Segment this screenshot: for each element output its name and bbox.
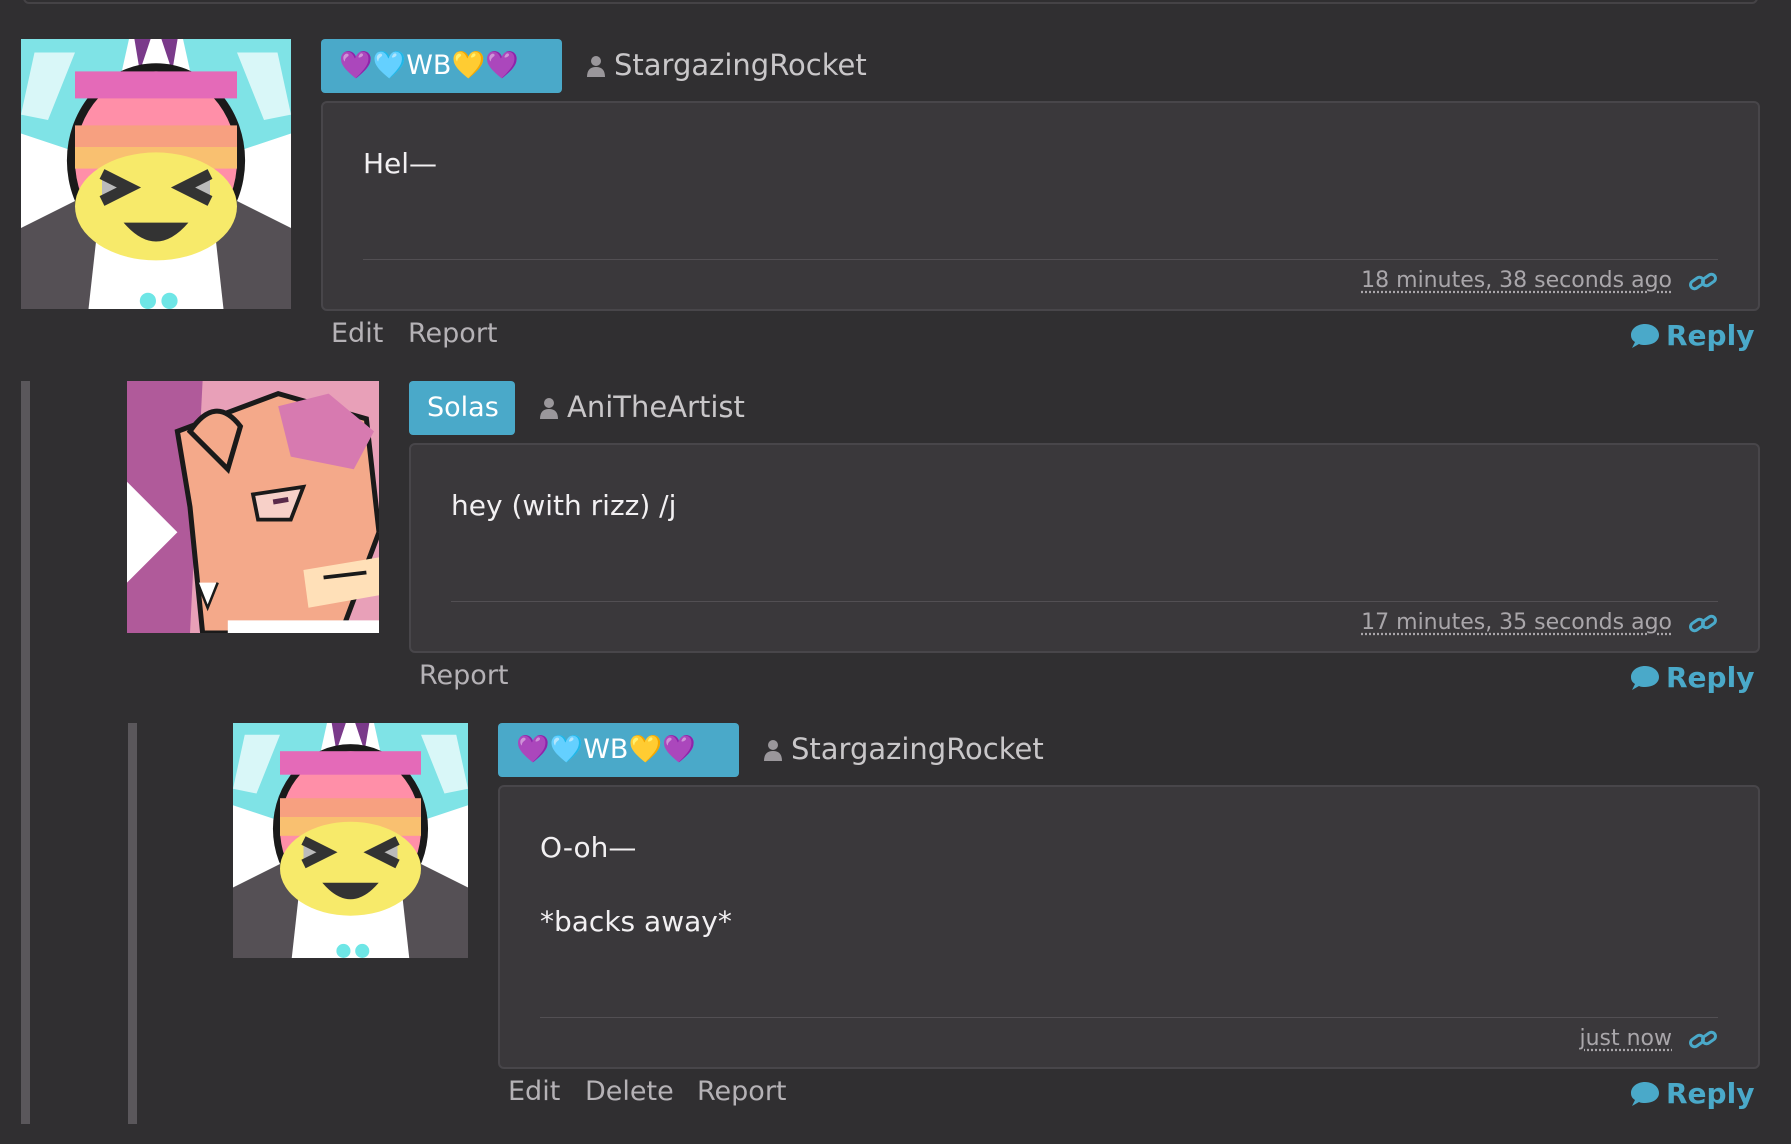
timestamp-link[interactable]: 18 minutes, 38 seconds ago	[1361, 268, 1672, 293]
avatar[interactable]	[21, 39, 291, 309]
permalink-icon[interactable]	[1688, 612, 1718, 636]
delete-button[interactable]: Delete	[585, 1076, 674, 1107]
report-button[interactable]: Report	[697, 1076, 787, 1107]
timestamp-link[interactable]: 17 minutes, 35 seconds ago	[1361, 610, 1672, 635]
avatar[interactable]	[233, 723, 468, 958]
previous-comment-edge	[23, 0, 1758, 4]
user-badge: 💜🩵WB💛💜	[321, 39, 562, 93]
comment-body: O-oh— *backs away* just now	[498, 785, 1760, 1069]
user-badge: 💜🩵WB💛💜	[498, 723, 739, 777]
user-icon	[540, 398, 558, 419]
dragon-avatar-image	[127, 381, 379, 633]
moth-avatar-image	[21, 39, 291, 309]
reply-button[interactable]: Reply	[1630, 1077, 1754, 1110]
username: AniTheArtist	[567, 390, 745, 424]
comment-text: O-oh—	[540, 831, 637, 864]
divider	[363, 259, 1718, 260]
thread-line-level-2	[128, 723, 137, 1124]
comment-text: hey (with rizz) /j	[451, 489, 677, 522]
speech-bubble-icon	[1631, 666, 1659, 690]
thread-line-level-1	[21, 381, 30, 1124]
reply-label: Reply	[1666, 319, 1755, 352]
comment-body: Hel— 18 minutes, 38 seconds ago	[321, 101, 1760, 311]
permalink-icon[interactable]	[1688, 1028, 1718, 1052]
username-link[interactable]: AniTheArtist	[540, 380, 745, 434]
edit-button[interactable]: Edit	[331, 318, 383, 349]
report-button[interactable]: Report	[408, 318, 498, 349]
edit-button[interactable]: Edit	[508, 1076, 560, 1107]
comment-text: *backs away*	[540, 905, 732, 938]
permalink-icon[interactable]	[1688, 270, 1718, 294]
divider	[540, 1017, 1718, 1018]
username-link[interactable]: StargazingRocket	[587, 38, 867, 92]
username: StargazingRocket	[791, 732, 1044, 766]
timestamp-link[interactable]: just now	[1579, 1026, 1672, 1051]
username-link[interactable]: StargazingRocket	[764, 722, 1044, 776]
reply-label: Reply	[1666, 661, 1755, 694]
user-icon	[587, 56, 605, 77]
speech-bubble-icon	[1631, 1082, 1659, 1106]
divider	[451, 601, 1718, 602]
comment-text: Hel—	[363, 147, 438, 180]
user-icon	[764, 740, 782, 761]
comment-body: hey (with rizz) /j 17 minutes, 35 second…	[409, 443, 1760, 653]
avatar[interactable]	[127, 381, 379, 633]
reply-label: Reply	[1666, 1077, 1755, 1110]
reply-button[interactable]: Reply	[1630, 661, 1754, 694]
reply-button[interactable]: Reply	[1630, 319, 1754, 352]
report-button[interactable]: Report	[419, 660, 509, 691]
username: StargazingRocket	[614, 48, 867, 82]
moth-avatar-image	[233, 723, 468, 958]
speech-bubble-icon	[1631, 324, 1659, 348]
user-badge: Solas	[409, 381, 515, 435]
